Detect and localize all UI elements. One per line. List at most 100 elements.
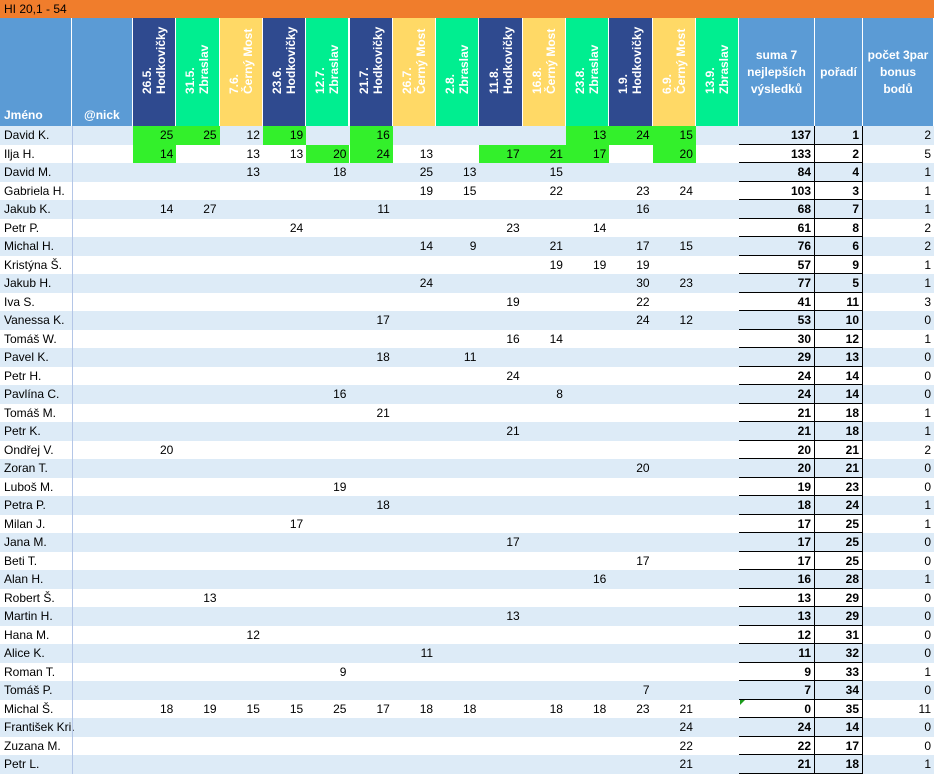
sum-cell[interactable]: 0 [739, 699, 815, 718]
score-cell[interactable] [263, 441, 306, 460]
score-cell[interactable] [220, 570, 263, 589]
event-header-14[interactable]: 13.9. Zbraslav [695, 18, 740, 126]
rank-cell[interactable]: 6 [815, 237, 863, 256]
player-name-cell[interactable]: David M. [0, 163, 72, 182]
score-cell[interactable] [436, 459, 479, 478]
sum-cell[interactable]: 13 [739, 607, 815, 626]
score-cell[interactable] [350, 256, 393, 275]
score-cell[interactable] [523, 496, 566, 515]
nick-column-header[interactable]: @nick [72, 18, 133, 126]
score-cell[interactable] [263, 348, 306, 367]
nick-cell[interactable] [72, 496, 133, 515]
score-cell[interactable] [176, 385, 219, 404]
score-cell[interactable] [306, 200, 349, 219]
score-cell[interactable] [523, 348, 566, 367]
score-cell[interactable] [566, 496, 609, 515]
score-cell[interactable]: 25 [133, 126, 177, 145]
player-name-cell[interactable]: Petr P. [0, 219, 72, 238]
nick-cell[interactable] [72, 348, 133, 367]
score-cell[interactable] [263, 607, 306, 626]
score-cell[interactable] [393, 219, 436, 238]
nick-cell[interactable] [72, 570, 133, 589]
score-cell[interactable] [696, 626, 739, 645]
score-cell[interactable] [350, 626, 393, 645]
score-cell[interactable] [393, 348, 436, 367]
score-cell[interactable] [393, 385, 436, 404]
event-header-2[interactable]: 31.5. Zbraslav [176, 18, 220, 126]
event-header-1[interactable]: 26.5. Hodkovičky [133, 18, 177, 126]
score-cell[interactable] [436, 422, 479, 441]
sum-cell[interactable]: 18 [739, 496, 815, 515]
score-cell[interactable] [696, 219, 739, 238]
score-cell[interactable] [393, 404, 436, 423]
score-cell[interactable] [566, 644, 609, 663]
nick-cell[interactable] [72, 588, 133, 607]
score-cell[interactable] [133, 256, 176, 275]
bonus-cell[interactable]: 0 [863, 589, 934, 608]
bonus-cell[interactable]: 0 [863, 718, 934, 737]
score-cell[interactable] [350, 533, 393, 552]
score-cell[interactable] [609, 737, 652, 756]
score-cell[interactable] [176, 145, 219, 164]
score-cell[interactable] [263, 589, 306, 608]
score-cell[interactable] [436, 367, 479, 386]
rank-cell[interactable]: 33 [815, 662, 863, 681]
score-cell[interactable] [220, 237, 263, 256]
score-cell[interactable] [523, 681, 566, 700]
sum-cell[interactable]: 24 [739, 718, 815, 737]
rank-column-header[interactable]: pořadí [815, 18, 863, 126]
score-cell[interactable] [653, 459, 696, 478]
score-cell[interactable] [436, 311, 479, 330]
player-name-cell[interactable]: Pavel K. [0, 348, 72, 367]
score-cell[interactable] [566, 200, 609, 219]
score-cell[interactable]: 27 [176, 200, 219, 219]
score-cell[interactable] [393, 718, 436, 737]
score-cell[interactable] [436, 274, 479, 293]
score-cell[interactable] [609, 663, 652, 682]
score-cell[interactable]: 14 [133, 144, 177, 163]
score-cell[interactable]: 14 [566, 219, 609, 238]
player-name-cell[interactable]: Jakub H. [0, 274, 72, 293]
score-cell[interactable] [306, 644, 349, 663]
sum-cell[interactable]: 13 [739, 588, 815, 607]
score-cell[interactable] [479, 589, 522, 608]
score-cell[interactable] [350, 607, 393, 626]
rank-cell[interactable]: 14 [815, 718, 863, 737]
score-cell[interactable] [696, 589, 739, 608]
score-cell[interactable] [176, 533, 219, 552]
score-cell[interactable] [133, 163, 176, 182]
score-cell[interactable] [263, 755, 306, 774]
score-cell[interactable] [436, 755, 479, 774]
player-name-cell[interactable]: Petr K. [0, 422, 72, 441]
sum-cell[interactable]: 29 [739, 348, 815, 367]
score-cell[interactable]: 23 [653, 274, 696, 293]
sum-cell[interactable]: 20 [739, 459, 815, 478]
event-header-8[interactable]: 2.8. Zbraslav [436, 18, 480, 126]
score-cell[interactable]: 16 [479, 330, 522, 349]
score-cell[interactable] [566, 182, 609, 201]
score-cell[interactable] [176, 607, 219, 626]
rank-cell[interactable]: 23 [815, 477, 863, 496]
score-cell[interactable]: 11 [350, 200, 393, 219]
bonus-cell[interactable]: 0 [863, 311, 934, 330]
score-cell[interactable] [133, 459, 176, 478]
rank-cell[interactable]: 31 [815, 625, 863, 644]
score-cell[interactable]: 30 [609, 274, 652, 293]
score-cell[interactable] [653, 293, 696, 312]
score-cell[interactable] [393, 589, 436, 608]
score-cell[interactable] [220, 367, 263, 386]
score-cell[interactable] [609, 755, 652, 774]
score-cell[interactable] [263, 681, 306, 700]
score-cell[interactable] [133, 311, 176, 330]
score-cell[interactable] [393, 552, 436, 571]
nick-cell[interactable] [72, 625, 133, 644]
nick-cell[interactable] [72, 255, 133, 274]
player-name-cell[interactable]: Iva S. [0, 293, 72, 312]
score-cell[interactable] [393, 681, 436, 700]
score-cell[interactable] [696, 256, 739, 275]
score-cell[interactable] [176, 478, 219, 497]
score-cell[interactable]: 21 [522, 144, 566, 163]
score-cell[interactable] [350, 367, 393, 386]
sum-cell[interactable]: 22 [739, 736, 815, 755]
score-cell[interactable] [176, 219, 219, 238]
